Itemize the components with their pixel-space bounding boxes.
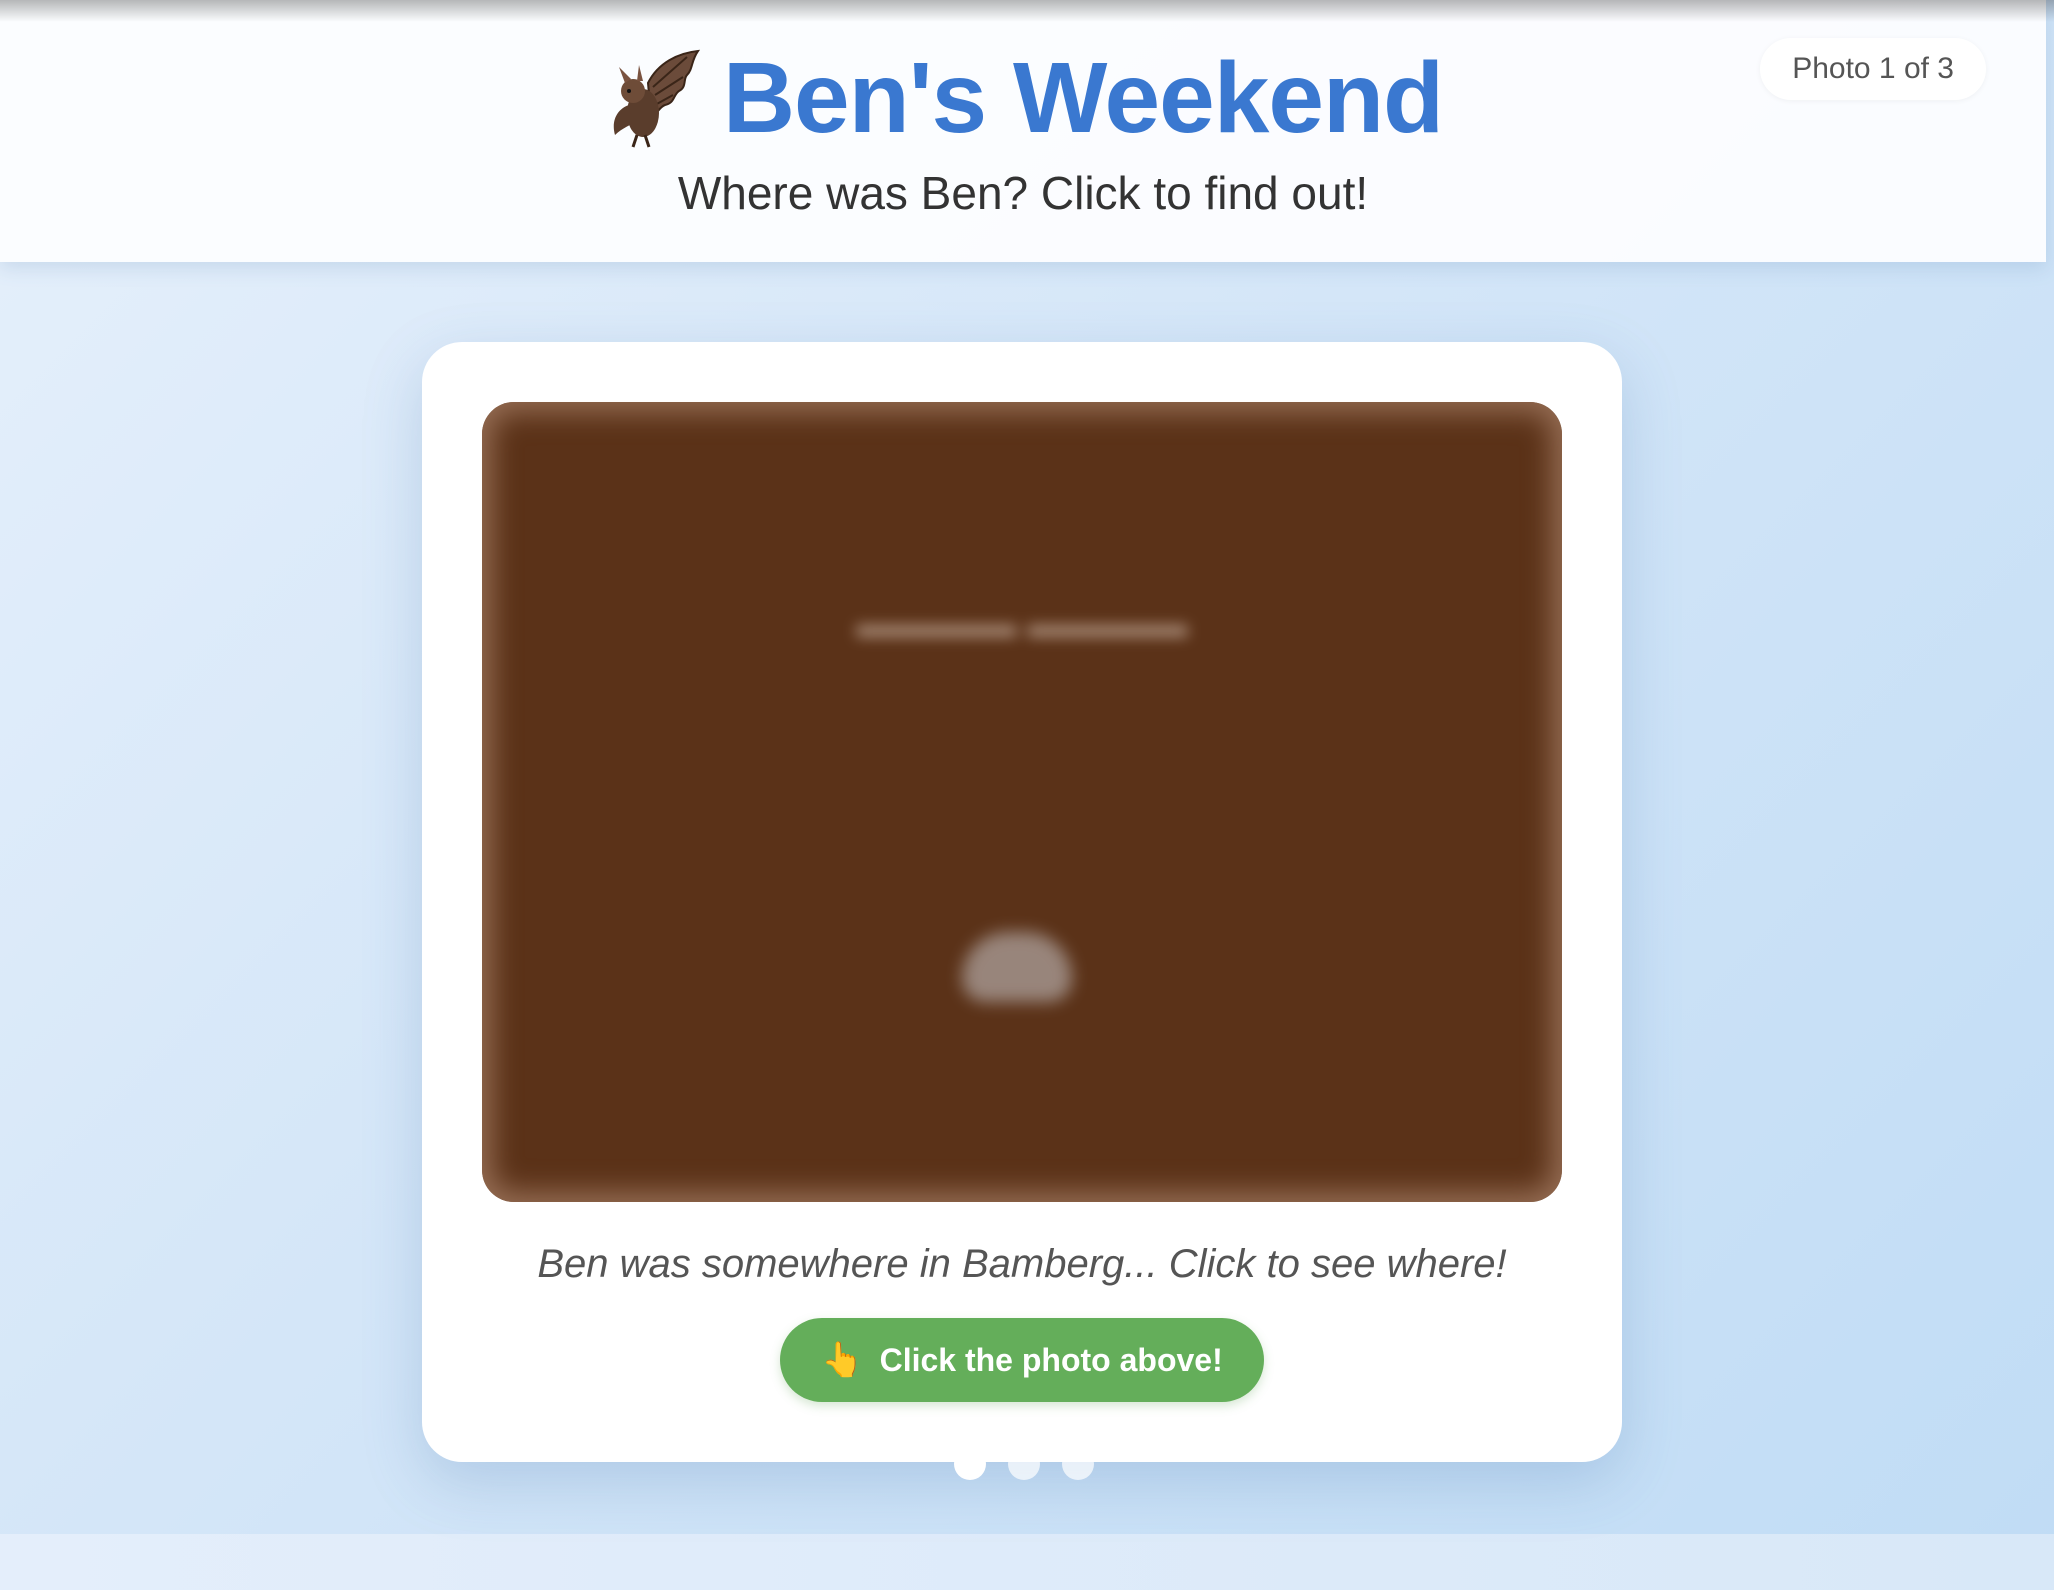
click-photo-button-label: Click the photo above! bbox=[879, 1341, 1223, 1378]
carousel-dot-2[interactable] bbox=[1008, 1448, 1040, 1480]
click-photo-button[interactable]: 👆 Click the photo above! bbox=[780, 1318, 1264, 1402]
title-row: Ben's Weekend bbox=[0, 38, 2046, 158]
page-subtitle: Where was Ben? Click to find out! bbox=[677, 167, 1369, 219]
blurred-photo-text: ▬▬▬▬ ▬▬▬▬ bbox=[856, 602, 1188, 646]
photo-card: ▬▬▬▬ ▬▬▬▬ Ben was somewhere in Bamberg..… bbox=[422, 342, 1622, 1462]
bat-icon bbox=[603, 43, 703, 153]
blurred-photo-shape bbox=[962, 932, 1072, 1002]
carousel-dot-1[interactable] bbox=[954, 1448, 986, 1480]
photo-counter-badge: Photo 1 of 3 bbox=[1760, 38, 1986, 100]
carousel-dot-3[interactable] bbox=[1062, 1448, 1094, 1480]
blurred-photo[interactable]: ▬▬▬▬ ▬▬▬▬ bbox=[482, 402, 1562, 1202]
carousel-dots bbox=[0, 1448, 2051, 1480]
page-title: Ben's Weekend bbox=[722, 42, 1444, 154]
photo-caption: Ben was somewhere in Bamberg... Click to… bbox=[537, 1242, 1507, 1286]
pointing-hand-icon: 👆 bbox=[821, 1341, 864, 1379]
footer-strip bbox=[0, 1534, 2054, 1590]
top-shadow bbox=[0, 0, 2054, 22]
page-header: Ben's Weekend Where was Ben? Click to fi… bbox=[0, 0, 2046, 262]
